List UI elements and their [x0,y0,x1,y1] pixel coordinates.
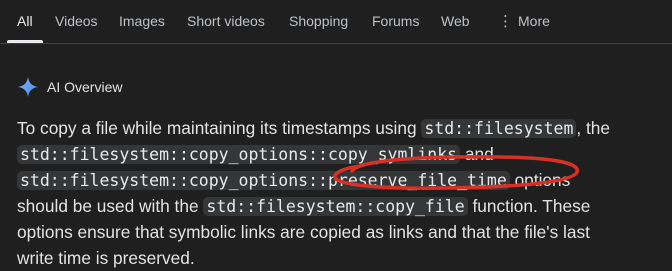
tab-more-label: More [518,13,550,29]
inline-code: std::filesystem::copy_options::copy_syml… [17,145,461,164]
answer-line: options ensure that symbolic links are c… [17,219,672,245]
tab-forums[interactable]: Forums [372,13,419,30]
answer-line: write time is preserved. [17,245,672,271]
answer-line: std::filesystem::copy_options::preserve_… [17,167,672,193]
answer-text: should be used with the [17,196,204,216]
answer-text: options ensure that symbolic links are c… [17,222,590,242]
vertical-dots-icon: ⋮ [498,13,513,30]
tab-videos[interactable]: Videos [55,13,98,30]
answer-line: std::filesystem::copy_options::copy_syml… [17,141,672,167]
tab-images[interactable]: Images [119,13,165,30]
tab-all[interactable]: All [17,13,33,30]
tab-more[interactable]: ⋮ More [498,13,550,30]
sparkle-icon [17,76,39,98]
active-tab-indicator [7,40,43,43]
answer-line: To copy a file while maintaining its tim… [17,115,672,141]
answer-text: write time is preserved. [17,248,195,268]
answer-text: , the [576,118,611,138]
answer-line: should be used with the std::filesystem:… [17,193,672,219]
answer-text: function. These [467,196,591,216]
inline-code: std::filesystem [421,119,577,138]
answer-text: To copy a file while maintaining its tim… [17,118,422,138]
tab-shopping[interactable]: Shopping [289,13,348,30]
ai-overview-answer: To copy a file while maintaining its tim… [17,115,672,271]
inline-code: std::filesystem::copy_file [203,197,468,216]
answer-text: and [460,144,494,164]
ai-overview-title: AI Overview [47,79,123,95]
inline-code: std::filesystem::copy_options::preserve_… [17,171,510,190]
tab-short-videos[interactable]: Short videos [187,13,265,30]
search-tabs: All Videos Images Short videos Shopping … [0,0,672,44]
answer-text: options [509,170,571,190]
tab-web[interactable]: Web [441,13,470,30]
